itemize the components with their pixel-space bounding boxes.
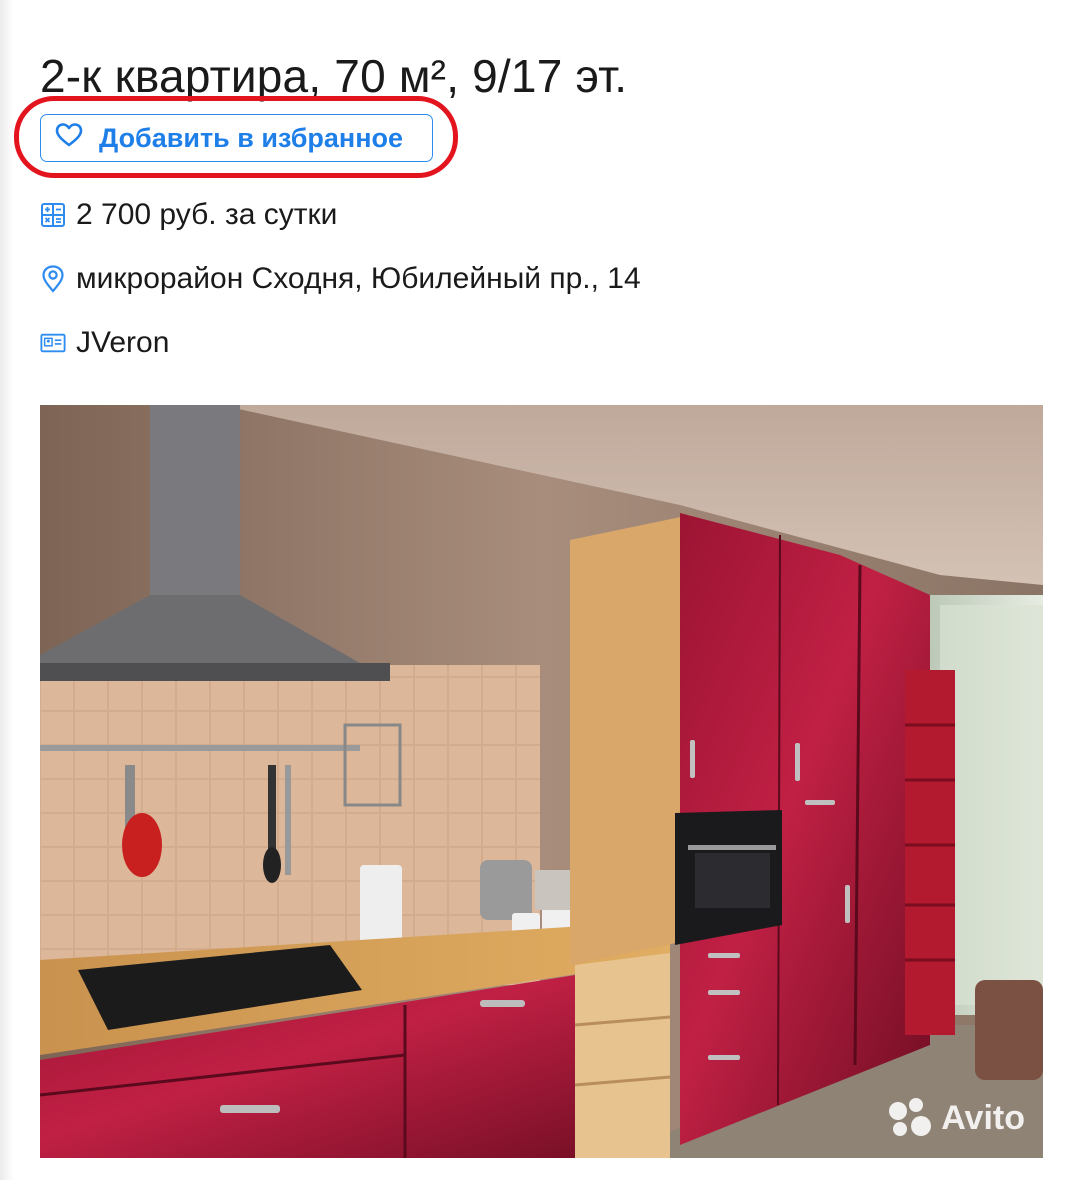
add-to-favorites-button[interactable]: Добавить в избранное: [40, 114, 433, 162]
watermark-text: Avito: [941, 1098, 1025, 1137]
seller-row: JVeron: [40, 326, 169, 360]
kitchen-photo-illustration: [40, 405, 1043, 1158]
calculator-icon: [40, 202, 66, 228]
add-to-favorites-label: Добавить в избранное: [99, 122, 404, 153]
heart-icon: [55, 122, 83, 155]
listing-photo[interactable]: Avito: [40, 405, 1043, 1158]
map-pin-icon: [40, 265, 66, 293]
address-link[interactable]: микрорайон Сходня, Юбилейный пр., 14: [76, 262, 641, 296]
photo-watermark: Avito: [889, 1098, 1025, 1138]
avito-logo-icon: [889, 1098, 933, 1138]
address-row: микрорайон Сходня, Юбилейный пр., 14: [40, 262, 641, 296]
left-edge-shadow: [0, 0, 14, 1180]
id-card-icon: [40, 330, 66, 356]
page-title: 2-к квартира, 70 м², 9/17 эт.: [40, 49, 628, 102]
price-text: 2 700 руб. за сутки: [76, 198, 338, 231]
price-row: 2 700 руб. за сутки: [40, 198, 337, 232]
seller-link[interactable]: JVeron: [76, 326, 169, 360]
